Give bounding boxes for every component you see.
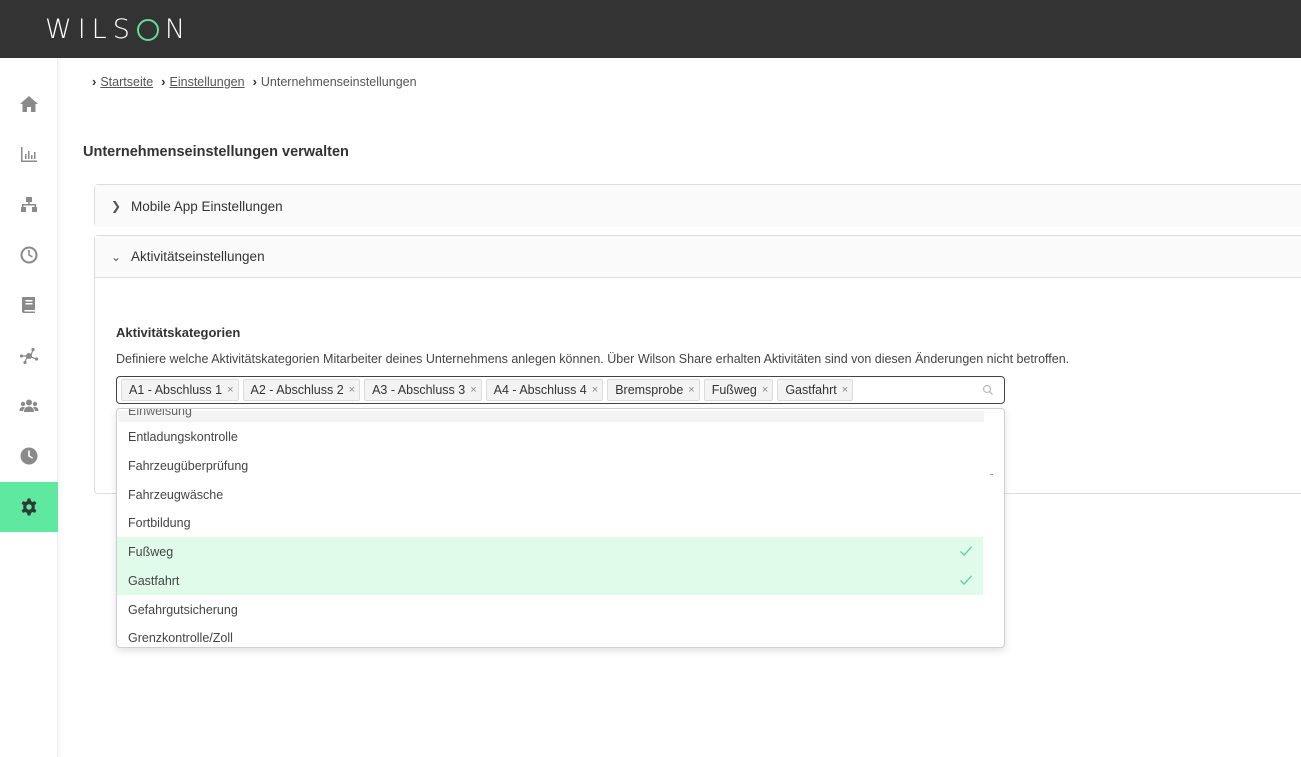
breadcrumb-current: Unternehmenseinstellungen (260, 74, 417, 89)
panel-label: Mobile App Einstellungen (131, 198, 283, 214)
dropdown-option-selected[interactable]: Gastfahrt (117, 566, 983, 595)
selected-tag: Bremsprobe × (607, 379, 700, 401)
activity-categories-select[interactable]: A1 - Abschluss 1 × A2 - Abschluss 2 × A3 -… (116, 376, 1005, 404)
partial-option[interactable]: Einweisung (118, 409, 984, 422)
graph-nodes-icon (19, 347, 39, 365)
activity-categories-title: Aktivitätskategorien (116, 325, 241, 340)
logo-o-ring (136, 19, 159, 41)
history-icon (20, 447, 38, 465)
tag-remove-icon[interactable]: × (592, 384, 598, 396)
dropdown-option[interactable]: Fahrzeugwäsche (117, 480, 983, 509)
users-icon (19, 399, 39, 412)
chevron-down-icon: ⌄ (111, 249, 122, 264)
breadcrumb-link-home[interactable]: Startseite (100, 75, 153, 89)
sidebar (0, 58, 58, 757)
selected-tag: A2 - Abschluss 2 × (242, 379, 361, 401)
tag-remove-icon[interactable]: × (842, 384, 848, 396)
sidebar-item-documentation[interactable] (0, 280, 58, 330)
activity-categories-dropdown: Einweisung Entladungskontrolle Fahrzeugü… (116, 408, 1005, 648)
chevron-right-icon: ❯ (111, 199, 122, 213)
sidebar-item-team[interactable] (0, 381, 58, 431)
sidebar-item-connections[interactable] (0, 331, 58, 381)
wilson-logo[interactable]: WILS N (45, 14, 191, 45)
dropdown-option[interactable]: Grenzkontrolle/Zoll (117, 623, 983, 647)
sidebar-item-history[interactable] (0, 431, 58, 481)
sidebar-item-home[interactable] (0, 79, 58, 129)
dropdown-option[interactable]: Fahrzeugüberprüfung (117, 451, 983, 480)
breadcrumb-link-settings[interactable]: Einstellungen (170, 75, 245, 89)
search-icon (982, 384, 993, 395)
selected-tag: Fußweg × (703, 379, 774, 401)
selected-tag: A4 - Abschluss 4 × (485, 379, 604, 401)
dropdown-option-selected[interactable]: Fußweg (117, 537, 983, 566)
dropdown-option[interactable]: Entladungskontrolle (117, 422, 983, 451)
mobile-app-settings-header[interactable]: ❯ Mobile App Einstellungen (95, 185, 1301, 227)
tag-remove-icon[interactable]: × (470, 384, 476, 396)
dropdown-option[interactable]: Gefahrgutsicherung (117, 595, 983, 624)
check-icon (960, 575, 973, 586)
network-icon (21, 197, 37, 212)
selected-tag: A1 - Abschluss 1 × (121, 379, 239, 401)
sidebar-item-settings[interactable] (0, 482, 58, 532)
tag-remove-icon[interactable]: × (227, 384, 233, 396)
sidebar-item-statistics[interactable] (0, 129, 58, 179)
chevron-right-icon: › (92, 74, 97, 89)
selected-tag: Gastfahrt × (777, 379, 854, 401)
tag-remove-icon[interactable]: × (349, 384, 355, 396)
activity-settings-header[interactable]: ⌄ Aktivitätseinstellungen (95, 236, 1301, 278)
tag-remove-icon[interactable]: × (762, 384, 768, 396)
chevron-right-icon: › (252, 74, 257, 89)
scrollbar-tick (990, 474, 993, 475)
home-icon (20, 96, 38, 112)
mobile-app-settings-panel: ❯ Mobile App Einstellungen (94, 184, 1301, 227)
sidebar-item-organization[interactable] (0, 180, 58, 230)
book-icon (22, 297, 35, 313)
tag-remove-icon[interactable]: × (688, 384, 694, 396)
sidebar-item-time[interactable] (0, 230, 58, 280)
breadcrumb: › Startseite › Einstellungen › Unternehm… (92, 74, 417, 89)
clock-icon (20, 246, 38, 264)
dropdown-option[interactable]: Fortbildung (117, 508, 983, 537)
activity-categories-description: Definiere welche Aktivitätskategorien Mi… (116, 352, 1070, 366)
gear-icon (21, 498, 37, 516)
check-icon (960, 546, 973, 557)
page-title: Unternehmenseinstellungen verwalten (83, 144, 349, 160)
bar-chart-icon (21, 147, 37, 162)
panel-label: Aktivitätseinstellungen (131, 249, 265, 264)
chevron-right-icon: › (161, 74, 166, 89)
top-bar: WILS N (0, 0, 1301, 58)
selected-tag: A3 - Abschluss 3 × (364, 379, 482, 401)
